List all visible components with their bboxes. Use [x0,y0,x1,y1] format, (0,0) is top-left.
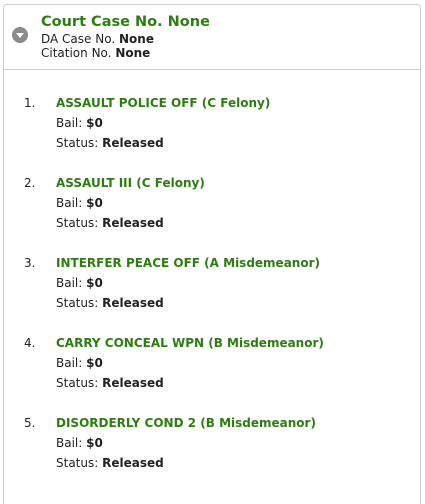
status-value: Released [102,456,164,470]
charge-title: ASSAULT POLICE OFF (C Felony) [56,96,271,110]
status-label: Status: [56,216,103,230]
citation-line: Citation No. None [41,46,150,60]
bail-value: $0 [86,356,103,370]
charge-status: Status: Released [56,296,164,310]
charge-title: INTERFER PEACE OFF (A Misdemeanor) [56,256,320,270]
charge-status: Status: Released [56,456,164,470]
status-value: Released [102,296,164,310]
charge-status: Status: Released [56,216,164,230]
status-value: Released [102,136,164,150]
citation-label: Citation No. [41,46,116,60]
charge-title: CARRY CONCEAL WPN (B Misdemeanor) [56,336,324,350]
bail-value: $0 [86,276,103,290]
bail-label: Bail: [56,116,87,130]
charge-number: 3. [24,256,36,270]
da-case-line: DA Case No. None [41,32,154,46]
charge-item: 5. DISORDERLY COND 2 (B Misdemeanor) Bai… [4,416,420,496]
charge-number: 2. [24,176,36,190]
bail-label: Bail: [56,196,87,210]
court-case-title: Court Case No. None [41,14,210,30]
charge-number: 5. [24,416,36,430]
status-value: Released [102,376,164,390]
court-case-panel: Court Case No. None DA Case No. None Cit… [3,4,421,504]
charge-bail: Bail: $0 [56,356,103,370]
charge-title: DISORDERLY COND 2 (B Misdemeanor) [56,416,316,430]
charge-bail: Bail: $0 [56,196,103,210]
status-label: Status: [56,136,103,150]
da-case-label: DA Case No. [41,32,119,46]
charge-number: 1. [24,96,36,110]
charge-bail: Bail: $0 [56,116,103,130]
charge-bail: Bail: $0 [56,436,103,450]
da-case-value: None [118,32,154,46]
bail-label: Bail: [56,356,87,370]
status-label: Status: [56,376,103,390]
bail-label: Bail: [56,436,87,450]
charge-item: 1. ASSAULT POLICE OFF (C Felony) Bail: $… [4,96,420,176]
chevron-down-icon[interactable] [12,27,28,43]
status-label: Status: [56,296,103,310]
charge-status: Status: Released [56,376,164,390]
charge-number: 4. [24,336,36,350]
charge-item: 2. ASSAULT III (C Felony) Bail: $0 Statu… [4,176,420,256]
charge-title: ASSAULT III (C Felony) [56,176,205,190]
charge-bail: Bail: $0 [56,276,103,290]
charge-item: 3. INTERFER PEACE OFF (A Misdemeanor) Ba… [4,256,420,336]
court-case-header[interactable]: Court Case No. None DA Case No. None Cit… [4,5,420,70]
citation-value: None [115,46,151,60]
charge-status: Status: Released [56,136,164,150]
charges-list: 1. ASSAULT POLICE OFF (C Felony) Bail: $… [4,96,420,496]
bail-value: $0 [86,196,103,210]
charge-item: 4. CARRY CONCEAL WPN (B Misdemeanor) Bai… [4,336,420,416]
bail-label: Bail: [56,276,87,290]
bail-value: $0 [86,436,103,450]
bail-value: $0 [86,116,103,130]
status-value: Released [102,216,164,230]
status-label: Status: [56,456,103,470]
